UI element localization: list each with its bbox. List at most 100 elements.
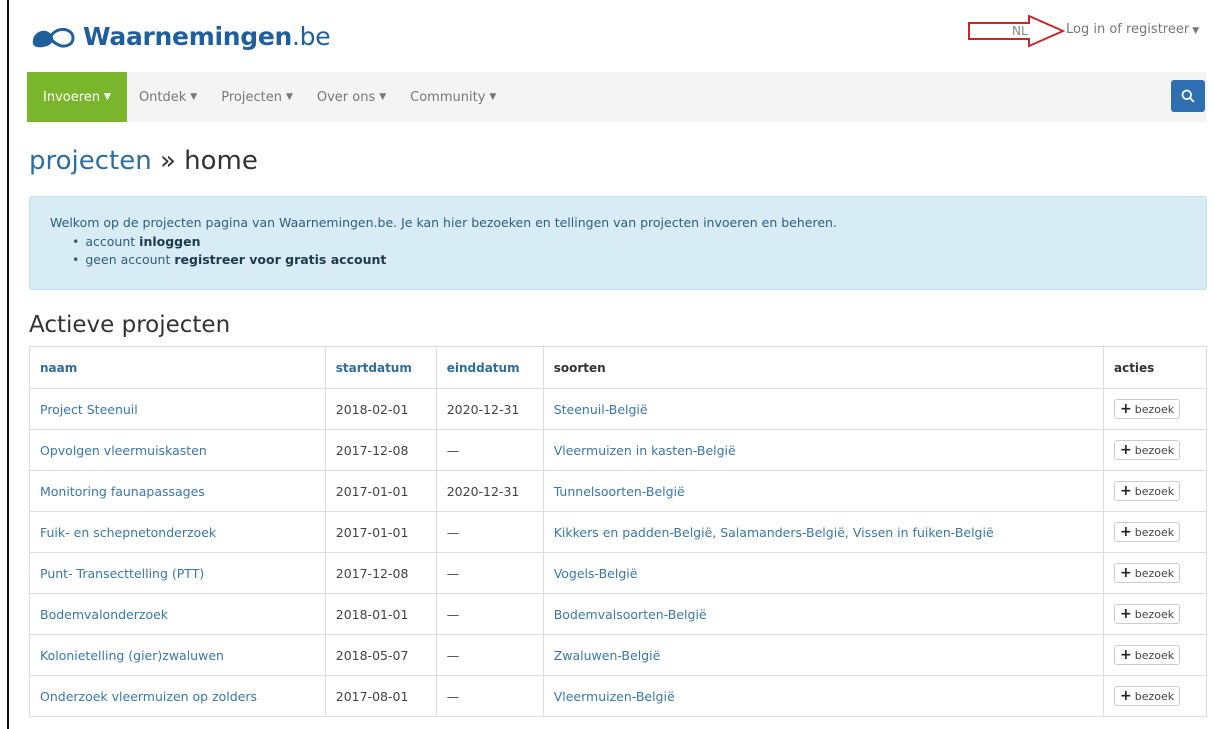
species-link[interactable]: Tunnelsoorten-België: [542, 470, 1104, 512]
nav-projecten[interactable]: Projecten ▼: [209, 72, 305, 122]
nav-label: Ontdek: [138, 89, 187, 105]
bezoek-label: bezoek: [1134, 607, 1175, 621]
start-date: 2017-01-01: [324, 511, 437, 553]
table-row: Project Steenuil 2018-02-01 2020-12-31 Stee…: [29, 388, 1208, 430]
breadcrumb-projecten[interactable]: projecten: [29, 146, 152, 176]
plus-icon: +: [1119, 483, 1132, 499]
bezoek-label: bezoek: [1134, 648, 1175, 662]
nav-label: Community: [410, 89, 486, 105]
bezoek-button[interactable]: + bezoek: [1113, 481, 1181, 501]
section-title: Actieve projecten: [29, 312, 231, 338]
caret-down-icon: ▼: [104, 92, 111, 102]
sort-startdatum[interactable]: startdatum: [324, 346, 437, 389]
actions-cell: + bezoek: [1102, 634, 1208, 676]
bezoek-button[interactable]: + bezoek: [1113, 440, 1181, 460]
start-date: 2018-01-01: [324, 593, 437, 635]
species-link[interactable]: Zwaluwen-België: [542, 634, 1104, 676]
end-date: —: [435, 429, 544, 471]
plus-icon: +: [1119, 401, 1132, 417]
site-name: Waarnemingen.be: [83, 22, 331, 51]
start-date: 2017-12-08: [324, 552, 437, 594]
table-row: Opvolgen vleermuiskasten 2017-12-08— Vleer…: [29, 429, 1208, 471]
species-link[interactable]: Bodemvalsoorten-België: [542, 593, 1104, 635]
bezoek-button[interactable]: + bezoek: [1113, 645, 1181, 665]
login-label: Log in of registreer: [1066, 22, 1190, 37]
project-name-link[interactable]: Fuik- en schepnetonderzoek: [29, 511, 326, 553]
plus-icon: +: [1119, 442, 1132, 458]
language-label[interactable]: NL: [1012, 24, 1028, 38]
plus-icon: +: [1119, 688, 1132, 704]
end-date: —: [435, 675, 544, 717]
project-name-link[interactable]: Onderzoek vleermuizen op zolders: [29, 675, 326, 717]
species-link[interactable]: Steenuil-België: [542, 388, 1104, 430]
nav-ontdek[interactable]: Ontdek ▼: [127, 72, 209, 122]
plus-icon: +: [1119, 606, 1132, 622]
actions-cell: + bezoek: [1102, 429, 1208, 471]
page-title: projecten » home: [29, 146, 258, 176]
project-name-link[interactable]: Punt- Transecttelling (PTT): [29, 552, 326, 594]
start-date: 2018-02-01: [324, 388, 437, 430]
list-item: account inloggen: [72, 233, 1186, 251]
caret-down-icon: ▼: [285, 92, 293, 102]
nav-label: Over ons: [316, 89, 376, 105]
actions-cell: + bezoek: [1102, 552, 1208, 594]
caret-down-icon: ▼: [379, 92, 387, 102]
end-date: —: [435, 634, 544, 676]
project-name-link[interactable]: Project Steenuil: [29, 388, 326, 430]
breadcrumb-current: home: [184, 146, 258, 176]
site-logo[interactable]: Waarnemingen.be: [29, 22, 331, 51]
nav-over-ons[interactable]: Over ons ▼: [305, 72, 398, 122]
bezoek-button[interactable]: + bezoek: [1113, 399, 1181, 419]
end-date: —: [435, 511, 544, 553]
bezoek-label: bezoek: [1134, 402, 1175, 416]
breadcrumb-separator: »: [151, 146, 185, 176]
login-link[interactable]: inloggen: [139, 234, 200, 249]
header-soorten: soorten: [542, 346, 1104, 389]
species-link[interactable]: Vleermuizen in kasten-België: [542, 429, 1104, 471]
search-button[interactable]: [1171, 80, 1205, 112]
actions-cell: + bezoek: [1102, 511, 1208, 553]
sort-einddatum[interactable]: einddatum: [435, 346, 544, 389]
bezoek-label: bezoek: [1134, 566, 1175, 580]
nav-invoeren[interactable]: Invoeren ▼: [27, 72, 127, 122]
plus-icon: +: [1119, 524, 1132, 540]
main-navbar: Invoeren ▼ Ontdek ▼ Projecten ▼ Over ons ▼ C…: [27, 72, 1207, 122]
project-name-link[interactable]: Monitoring faunapassages: [29, 470, 326, 512]
end-date: 2020-12-31: [435, 470, 544, 512]
header-acties: acties: [1102, 346, 1208, 389]
table-row: Punt- Transecttelling (PTT) 2017-12-08— Vo…: [29, 552, 1208, 594]
bezoek-label: bezoek: [1134, 689, 1175, 703]
bezoek-label: bezoek: [1134, 525, 1175, 539]
bezoek-label: bezoek: [1134, 443, 1175, 457]
species-link[interactable]: Kikkers en padden-België, Salamanders-Be…: [542, 511, 1104, 553]
project-name-link[interactable]: Bodemvalonderzoek: [29, 593, 326, 635]
bezoek-button[interactable]: + bezoek: [1113, 563, 1181, 583]
list-item: geen account registreer voor gratis acco…: [72, 251, 1186, 269]
start-date: 2017-08-01: [324, 675, 437, 717]
bezoek-button[interactable]: + bezoek: [1113, 522, 1181, 542]
caret-down-icon: ▼: [1192, 26, 1200, 36]
search-icon: [1181, 89, 1195, 103]
login-menu[interactable]: Log in of registreer ▼: [1066, 22, 1199, 37]
plus-icon: +: [1119, 647, 1132, 663]
info-alert: Welkom op de projecten pagina van Waarne…: [29, 196, 1207, 290]
project-name-link[interactable]: Opvolgen vleermuiskasten: [29, 429, 326, 471]
sort-naam[interactable]: naam: [29, 346, 326, 389]
bezoek-button[interactable]: + bezoek: [1113, 604, 1181, 624]
table-row: Bodemvalonderzoek 2018-01-01— Bodemvalsoor…: [29, 593, 1208, 635]
register-link[interactable]: registreer voor gratis account: [174, 252, 386, 267]
start-date: 2017-01-01: [324, 470, 437, 512]
logo-icon: [32, 27, 75, 47]
caret-down-icon: ▼: [190, 92, 198, 102]
table-row: Monitoring faunapassages 2017-01-01 2020-1…: [29, 470, 1208, 512]
species-link[interactable]: Vleermuizen-België: [542, 675, 1104, 717]
actions-cell: + bezoek: [1102, 675, 1208, 717]
project-name-link[interactable]: Kolonietelling (gier)zwaluwen: [29, 634, 326, 676]
species-link[interactable]: Vogels-België: [542, 552, 1104, 594]
end-date: —: [435, 552, 544, 594]
table-row: Fuik- en schepnetonderzoek 2017-01-01— Kik…: [29, 511, 1208, 553]
nav-community[interactable]: Community ▼: [398, 72, 508, 122]
bezoek-button[interactable]: + bezoek: [1113, 686, 1181, 706]
caret-down-icon: ▼: [489, 92, 497, 102]
info-text: Welkom op de projecten pagina van Waarne…: [50, 215, 837, 230]
